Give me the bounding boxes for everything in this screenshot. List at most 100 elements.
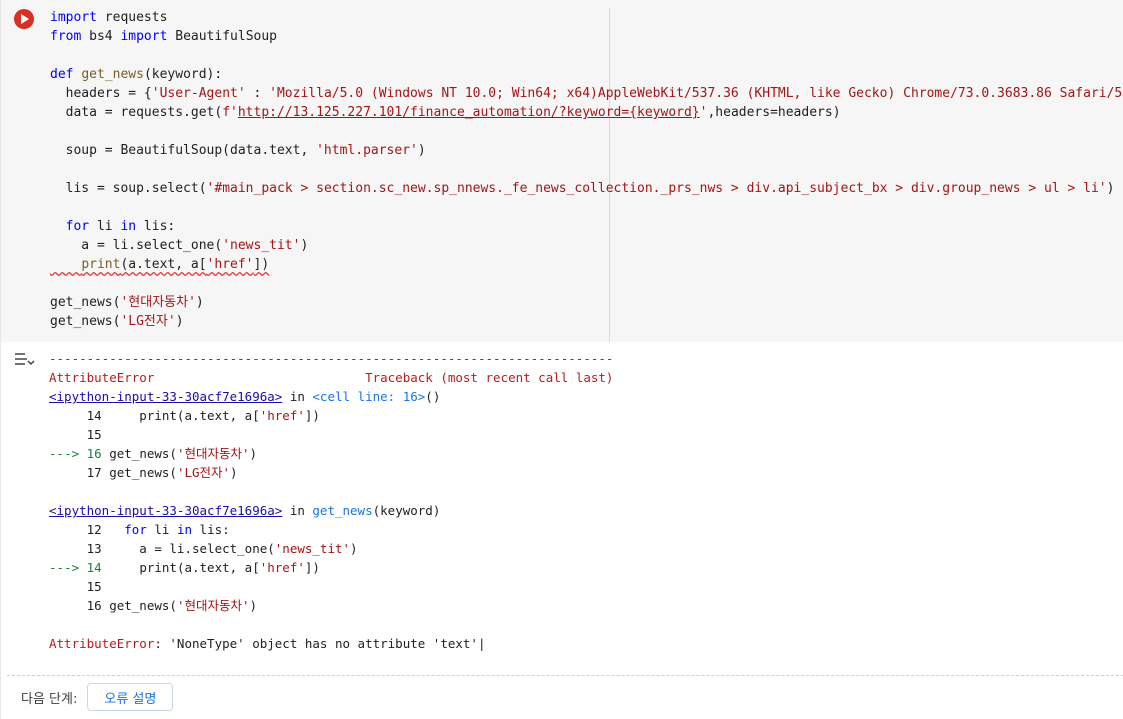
output-line-token: ---> 14 (49, 560, 110, 575)
output-line-token: 'href' (259, 560, 305, 575)
next-steps-label: 다음 단계: (21, 691, 78, 707)
code-line-token: ]) (253, 257, 270, 272)
output-line-token: for (124, 522, 147, 537)
output-line: 13 a = li.select_one('news_tit') (49, 540, 613, 559)
explain-error-button[interactable]: 오류 설명 (87, 683, 174, 711)
output-line: AttributeError: 'NoneType' object has no… (49, 635, 613, 654)
output-line: 12 for li in lis: (49, 521, 613, 540)
output-line-token: ---> 16 (49, 446, 110, 461)
output-line-token: ----------------------------------------… (49, 351, 614, 366)
code-line-token: 'news_tit' (222, 238, 301, 253)
next-steps-bar: 다음 단계: 오류 설명 (21, 682, 174, 712)
code-line: for li in lis: (50, 217, 1123, 236)
output-line-token: : 'NoneType' object has no attribute 'te… (154, 636, 486, 651)
output-line-token: AttributeError (49, 636, 155, 651)
code-line-token: get_news( (50, 295, 121, 310)
code-line-token: get_news (81, 67, 144, 82)
output-line-token: li (146, 522, 177, 537)
output-line-token: 16 get_news( (49, 598, 177, 613)
output-line: <ipython-input-33-30acf7e1696a> in <cell… (49, 388, 613, 407)
output-line-token: () (425, 389, 441, 404)
cell-output: ----------------------------------------… (1, 342, 1123, 675)
output-line: <ipython-input-33-30acf7e1696a> in get_n… (49, 502, 613, 521)
output-line: 16 get_news('현대자동차') (49, 597, 613, 616)
code-line-token: ) (1106, 181, 1115, 196)
output-line-token: AttributeError Traceback (most recent ca… (49, 370, 614, 385)
code-line-token: '#main_pack > section.sc_new.sp_nnews._f… (206, 181, 1107, 196)
code-line-token: import (120, 29, 168, 44)
output-line-token: ) (350, 541, 358, 556)
code-line-token: '현대자동차' (120, 295, 196, 310)
code-line-token: f' (222, 105, 238, 120)
code-line-token: def (50, 67, 74, 82)
output-line-token: 12 (49, 522, 125, 537)
code-line: headers = {'User-Agent' : 'Mozilla/5.0 (… (50, 84, 1123, 103)
code-line-token: soup = BeautifulSoup(data.text, (50, 143, 317, 158)
code-line: import requests (50, 8, 1123, 27)
code-line-token: requests (96, 10, 168, 25)
code-line: a = li.select_one('news_tit') (50, 236, 1123, 255)
output-line-token: 15 (49, 579, 102, 594)
code-line-token: ,headers=headers) (707, 105, 841, 120)
output-line-token: lis: (192, 522, 230, 537)
code-line-token: get_news( (50, 314, 121, 329)
code-line-token: 'Mozilla/5.0 (Windows NT 10.0; Win64; x6… (269, 86, 1123, 101)
output-options-icon[interactable] (13, 350, 35, 370)
code-line-token: BeautifulSoup (167, 29, 277, 44)
output-line: 17 get_news('LG전자') (49, 464, 613, 483)
code-line-token: for (65, 219, 90, 234)
code-line-token: : (245, 86, 270, 101)
output-line-token: '현대자동차' (176, 598, 250, 613)
output-line: 14 print(a.text, a['href']) (49, 407, 613, 426)
output-line: 15 (49, 578, 613, 597)
output-line-token: in (282, 389, 313, 404)
code-line-token: in (120, 219, 137, 234)
code-line-token: {keyword} (629, 105, 700, 120)
traceback-output: ----------------------------------------… (49, 350, 613, 654)
output-line-token: 15 (49, 427, 102, 442)
code-line: print(a.text, a['href']) (50, 255, 1123, 274)
output-line-token: get_news (312, 503, 373, 518)
code-line: soup = BeautifulSoup(data.text, 'html.pa… (50, 141, 1123, 160)
code-line-token: (a.text, a[ (120, 257, 207, 272)
code-line: from bs4 import BeautifulSoup (50, 27, 1123, 46)
output-line-token: 17 get_news( (49, 465, 177, 480)
code-line-token: li (89, 219, 121, 234)
code-line-token: bs4 (81, 29, 121, 44)
code-line: get_news('LG전자') (50, 312, 1123, 331)
output-line-token: print(a.text, a[ (109, 560, 260, 575)
run-cell-button[interactable] (14, 9, 34, 29)
code-editor[interactable]: import requests from bs4 import Beautiful… (1, 0, 1123, 342)
output-line-token: get_news( (109, 446, 177, 461)
code-line-token (50, 257, 81, 272)
output-line-token: in (176, 522, 193, 537)
output-line-token: ) (230, 465, 238, 480)
code-line-token: 'LG전자' (120, 314, 176, 329)
notebook-cell: import requests from bs4 import Beautiful… (0, 0, 1123, 719)
output-line: ----------------------------------------… (49, 350, 613, 369)
code-line-token: data = requests.get( (50, 105, 223, 120)
code-line-token: 'href' (206, 257, 254, 272)
code-line-token: lis: (136, 219, 176, 234)
divider (7, 675, 1123, 676)
output-line-token: ) (249, 598, 258, 613)
code-line-token: ) (300, 238, 309, 253)
output-line: AttributeError Traceback (most recent ca… (49, 369, 613, 388)
output-line-token: ]) (304, 560, 320, 575)
output-line-token: <cell line: 16> (312, 389, 426, 404)
code-line-token: a = li.select_one( (50, 238, 223, 253)
code-text[interactable]: import requests from bs4 import Beautiful… (50, 8, 1123, 331)
output-line: 15 (49, 426, 613, 445)
code-line-token: headers = { (50, 86, 152, 101)
output-line-token: '현대자동차' (176, 446, 250, 461)
output-line-token[interactable]: <ipython-input-33-30acf7e1696a> (49, 389, 282, 404)
output-line-token: ]) (304, 408, 320, 423)
output-line-token: 'href' (259, 408, 305, 423)
output-line-token[interactable]: <ipython-input-33-30acf7e1696a> (49, 503, 282, 518)
code-line-token: 'User-Agent' (151, 86, 246, 101)
code-line-token: http://13.125.227.101/finance_automation… (237, 105, 630, 120)
